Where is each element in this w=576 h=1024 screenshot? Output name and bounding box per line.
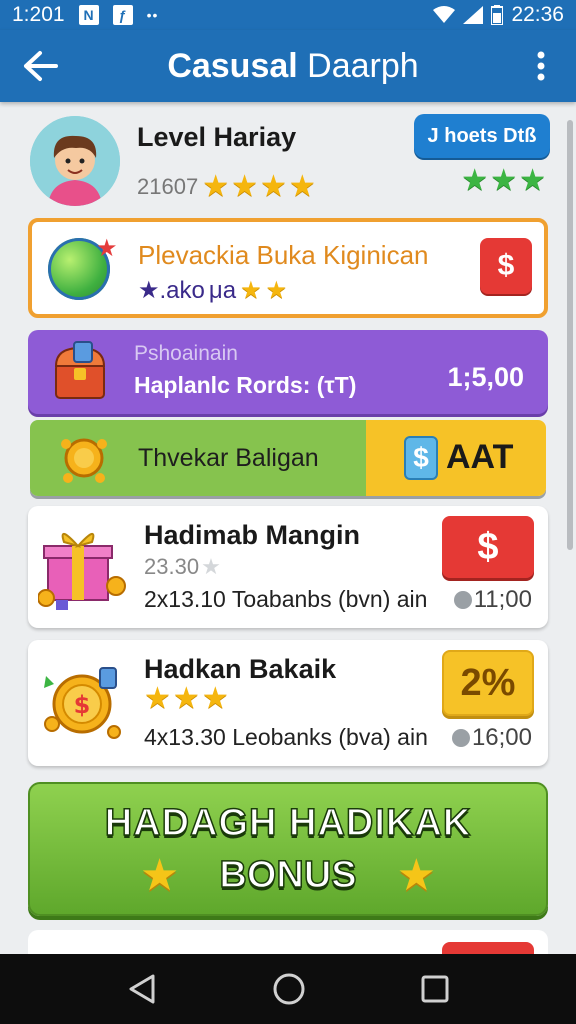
avatar[interactable] [30,116,120,206]
green-star-rating: ★ ★ ★ [461,166,546,196]
list-item[interactable]: $ Hadkan Bakaik ★ ★ ★ 4x13.30 Leobanks (bv… [28,640,548,766]
rewards-text: Haplanlс Rords: (τT) [134,372,357,398]
item-timer: 16;00 [451,724,532,752]
offer-subtitle-b: μa [208,276,237,304]
scrollbar[interactable] [567,120,573,550]
item-time: 16;00 [471,724,532,751]
nav-recents-icon[interactable] [421,975,449,1003]
svg-text:$: $ [74,691,91,719]
gift-box-icon [38,533,126,610]
item-time: 11;00 [473,586,532,613]
offer-buy-button[interactable]: $ [480,238,532,294]
star-icon: ★ [240,276,262,304]
item-buy-button[interactable]: $ [442,516,534,578]
exchange-left: Thvekar Baligan [30,420,366,496]
star-icon: ★ [202,170,230,203]
exchange-text: Thvekar Baligan [138,444,319,472]
bonus-title: HADAGH HADIKAK [104,801,472,845]
star-icon: ★ [288,170,316,203]
item-subtitle: 23.30 ★ [144,554,221,580]
star-icon: ★ [519,164,546,197]
bonus-row: ★ BONUS ★ [30,850,546,901]
star-icon: ★ [172,682,200,715]
coin-burst-icon: $ [44,667,121,739]
star-icon: ★ [139,851,180,900]
offer-card[interactable]: ★ Plevackia Buka Kiginican ★.ako μa ★ ★ $ [28,218,548,318]
status-time-right: 22:36 [511,3,564,26]
nav-back-icon[interactable] [127,973,157,1005]
treasure-chest-icon [54,341,106,399]
coin-creature-icon [61,438,107,483]
notification-n-icon: N [78,5,99,25]
offer-title: Plevackia Buka Kiginican [138,240,429,270]
timer-icon [451,729,470,747]
offer-subtitle: ★.ako μa ★ ★ [138,276,287,305]
item-discount-button[interactable]: 2% [442,650,534,716]
item-detail: 2x13.10 Toabanbs (bvn) ain [144,586,428,612]
more-notifications-icon: •• [146,7,159,23]
battery-icon [491,5,504,25]
app-title: Casusal Daarph [80,47,506,86]
profile-header: Level Hariay 21607 ★ ★ ★ ★ J hoets Dtß ★ ★ ★ [30,114,550,214]
item-sub-value: 23.30 [144,554,200,579]
star-icon: ★ [201,682,229,715]
item-title: Hadkan Bakaik [144,654,337,684]
star-icon: ★ [265,276,288,304]
item-rating: ★ ★ ★ [144,684,229,714]
bonus-label: BONUS [219,853,358,897]
wifi-icon [433,6,456,23]
player-score-row: 21607 ★ ★ ★ ★ [137,172,316,202]
item-detail: 4x13.30 Leobanks (bva) ain [144,724,428,750]
nav-home-icon[interactable] [272,972,306,1006]
item-title: Hadimab Mangin [144,520,361,550]
more-vert-icon [537,51,545,81]
profile-action-button[interactable]: J hoets Dtß [414,114,550,158]
star-icon: ★ [490,164,518,197]
player-score: 21607 [137,174,199,199]
star-icon: ★ [231,170,258,203]
player-name: Level Hariay [137,122,297,152]
timer-icon [453,591,472,609]
avatar-boy-icon [30,116,120,206]
gold-star-rating: ★ ★ ★ ★ [202,172,316,202]
star-icon: ★ [201,554,221,579]
rewards-card[interactable]: Pshoainain Haplanlс Rords: (τT) 1;5,00 [28,330,548,414]
list-item[interactable]: Hadimab Mangin 23.30 ★ 2x13.10 Toabanbs … [28,506,548,628]
back-button[interactable] [0,30,80,102]
item-timer: 11;00 [453,586,532,614]
notification-app-icon: ƒ [112,5,133,25]
exchange-button[interactable]: $ AAT [366,420,546,496]
star-icon: ★ [461,164,489,197]
offer-subtitle-a: ★.ako [138,277,205,304]
exchange-card[interactable]: Thvekar Baligan $ AAT [30,420,546,496]
badge-star-icon: ★ [96,235,118,262]
back-arrow-icon [24,51,58,81]
star-icon: ★ [260,170,287,203]
status-time-left: 1:201 [12,3,65,26]
dollar-icon: $ [404,436,438,480]
rewards-value: 1;5,00 [447,362,524,392]
signal-icon [463,6,484,24]
star-icon: ★ [396,851,437,900]
exchange-button-label: AAT [446,438,514,476]
overflow-menu-button[interactable] [506,30,576,102]
system-nav-bar [0,954,576,1024]
star-icon: ★ [144,682,171,715]
rewards-label: Pshoainain [134,342,238,365]
app-title-bold: Casusal [167,46,298,85]
bonus-button[interactable]: HADAGH HADIKAK ★ BONUS ★ [28,782,548,916]
app-bar: Casusal Daarph [0,30,576,102]
status-bar: 1:201 N ƒ •• 22:36 [0,0,576,30]
app-title-rest: Daarph [307,46,419,85]
